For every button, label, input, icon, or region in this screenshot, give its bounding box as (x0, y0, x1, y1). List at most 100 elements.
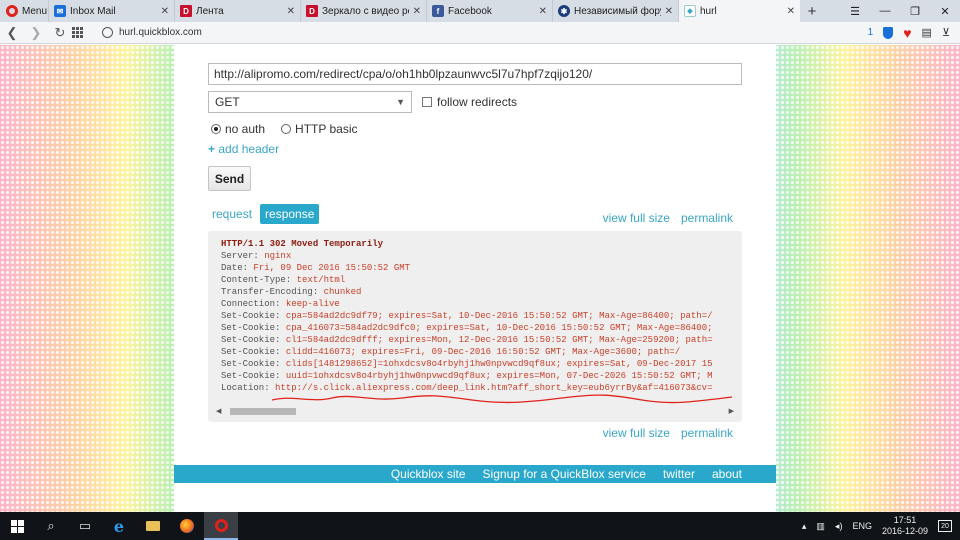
method-select[interactable]: GET ▼ (208, 91, 412, 113)
scroll-right-icon[interactable]: ▶ (729, 407, 734, 415)
language-indicator[interactable]: ENG (852, 521, 872, 531)
header-value: nginx (264, 251, 292, 261)
close-icon[interactable]: ✕ (787, 6, 795, 17)
adblock-count: 1 (867, 27, 874, 38)
scroll-left-icon[interactable]: ◀ (216, 407, 221, 415)
header-line: Set-Cookie: cl1=584ad2dc9dfff; expires=M… (221, 334, 733, 346)
tab-label: Зеркало с видео регис (322, 5, 409, 17)
response-links-bottom: view full size permalink (603, 426, 733, 440)
opera-taskbar-icon[interactable] (204, 512, 238, 540)
footer-link-quickblox-site[interactable]: Quickblox site (391, 467, 466, 481)
header-key: Set-Cookie: (221, 371, 281, 381)
notifications-icon[interactable]: 20 (938, 520, 952, 532)
header-value: chunked (323, 287, 362, 297)
footer-link-twitter[interactable]: twitter (663, 467, 695, 481)
opera-logo-icon (6, 5, 18, 17)
send-button[interactable]: Send (208, 166, 251, 191)
site-footer: Quickblox site Signup for a QuickBlox se… (174, 465, 776, 483)
browser-tab-strip: Menu ✉ Inbox Mail ✕ D Лента ✕ D Зеркало … (0, 0, 960, 22)
header-line: Set-Cookie: clids[1481298652]=1ohxdcsv8o… (221, 358, 733, 370)
network-icon[interactable]: ▥ (816, 521, 825, 532)
permalink-link[interactable]: permalink (681, 426, 733, 440)
mail-icon: ✉ (54, 5, 66, 17)
header-key: Set-Cookie: (221, 335, 281, 345)
auth-option-label: HTTP basic (295, 122, 358, 136)
speed-dial-icon[interactable] (72, 27, 96, 38)
tab-request[interactable]: request (208, 204, 256, 224)
tab-label: Независимый форум п (574, 5, 661, 17)
search-icon[interactable]: ⌕ (34, 512, 68, 540)
footer-link-about[interactable]: about (712, 467, 742, 481)
tab-response[interactable]: response (260, 204, 320, 224)
header-line: Set-Cookie: cpa=584ad2dc9df79; expires=S… (221, 310, 733, 322)
window-close-icon[interactable]: ✕ (930, 5, 960, 18)
forum-icon: ✱ (558, 5, 570, 17)
footer-link-signup[interactable]: Signup for a QuickBlox service (483, 467, 646, 481)
tab-inbox-mail[interactable]: ✉ Inbox Mail ✕ (48, 0, 174, 22)
request-url-input[interactable]: http://alipromo.com/redirect/cpa/o/oh1hb… (208, 63, 742, 85)
location-url[interactable]: http://s.click.aliexpress.com/deep_link.… (275, 383, 712, 393)
header-value: Fri, 09 Dec 2016 15:50:52 GMT (253, 263, 411, 273)
clock[interactable]: 17:51 2016-12-09 (882, 515, 928, 537)
firefox-icon[interactable] (170, 512, 204, 540)
header-line: Set-Cookie: uuid=1ohxdcsv8o4rbyhj1hw0npv… (221, 370, 733, 382)
tab-label: Inbox Mail (70, 5, 116, 17)
tab-hurl[interactable]: ◆ hurl ✕ (678, 0, 800, 22)
hurl-icon: ◆ (684, 5, 696, 17)
reload-icon[interactable]: ↻ (48, 25, 72, 41)
file-explorer-icon[interactable] (136, 512, 170, 540)
windows-taskbar: ⌕ ▭ e ▴ ▥ ◂) ENG 17:51 2016-12-09 20 (0, 512, 960, 540)
tab-forum[interactable]: ✱ Независимый форум п ✕ (552, 0, 678, 22)
start-windows-icon[interactable] (0, 512, 34, 540)
forward-icon[interactable]: ❯ (24, 25, 48, 41)
response-output: HTTP/1.1 302 Moved Temporarily Server: n… (208, 231, 742, 422)
edge-browser-icon[interactable]: e (102, 512, 136, 540)
http-basic-radio[interactable] (281, 124, 292, 134)
header-key: Set-Cookie: (221, 311, 281, 321)
close-icon[interactable]: ✕ (413, 6, 421, 17)
auth-options: no auth HTTP basic (211, 122, 358, 136)
tray-arrow-icon[interactable]: ▴ (802, 521, 807, 532)
adblock-shield-icon[interactable] (883, 26, 894, 39)
restore-icon[interactable]: ❐ (900, 5, 930, 18)
tab-lenta[interactable]: D Лента ✕ (174, 0, 300, 22)
view-full-size-link[interactable]: view full size (603, 211, 670, 225)
follow-redirects-checkbox[interactable] (422, 97, 432, 107)
red-underline-annotation (272, 394, 732, 404)
task-view-icon[interactable]: ▭ (68, 512, 102, 540)
add-header-link[interactable]: + add header (208, 142, 279, 156)
header-value: text/html (296, 275, 346, 285)
download-icon[interactable]: ⊻ (942, 26, 950, 39)
new-tab-button[interactable]: + (800, 0, 824, 22)
no-auth-radio[interactable] (211, 124, 221, 134)
url-field[interactable]: hurl.quickblox.com (102, 25, 862, 41)
url-text: hurl.quickblox.com (119, 27, 202, 38)
back-icon[interactable]: ❮ (0, 25, 24, 41)
close-icon[interactable]: ✕ (665, 6, 673, 17)
auth-option-http-basic[interactable]: HTTP basic (281, 122, 358, 136)
permalink-link[interactable]: permalink (681, 211, 733, 225)
header-value: cl1=584ad2dc9dfff; expires=Mon, 12-Dec-2… (285, 335, 713, 345)
minimize-icon[interactable]: — (870, 5, 900, 17)
tab-facebook[interactable]: f Facebook ✕ (426, 0, 552, 22)
close-icon[interactable]: ✕ (539, 6, 547, 17)
header-key: Content-Type: (221, 275, 292, 285)
close-icon[interactable]: ✕ (287, 6, 295, 17)
location-line: Location: http://s.click.aliexpress.com/… (221, 382, 733, 394)
scrollbar-thumb[interactable] (230, 408, 296, 415)
close-icon[interactable]: ✕ (161, 6, 169, 17)
horizontal-scrollbar[interactable]: ◀ ▶ (216, 407, 734, 416)
volume-icon[interactable]: ◂) (835, 521, 843, 532)
follow-redirects-option[interactable]: follow redirects (422, 95, 517, 109)
snapshot-icon[interactable]: ▤ (922, 26, 932, 39)
header-line: Date: Fri, 09 Dec 2016 15:50:52 GMT (221, 262, 733, 274)
auth-option-no-auth[interactable]: no auth (211, 122, 265, 136)
header-value: clids[1481298652]=1ohxdcsv8o4rbyhj1hw0np… (285, 359, 713, 369)
header-key: Set-Cookie: (221, 323, 281, 333)
bookmark-heart-icon[interactable]: ♥ (903, 25, 911, 41)
view-full-size-link[interactable]: view full size (603, 426, 670, 440)
tab-zerkalo[interactable]: D Зеркало с видео регис ✕ (300, 0, 426, 22)
tab-menu-icon[interactable]: ☰ (840, 5, 870, 18)
opera-menu-button[interactable]: Menu (0, 0, 48, 22)
tab-label: hurl (700, 5, 717, 17)
